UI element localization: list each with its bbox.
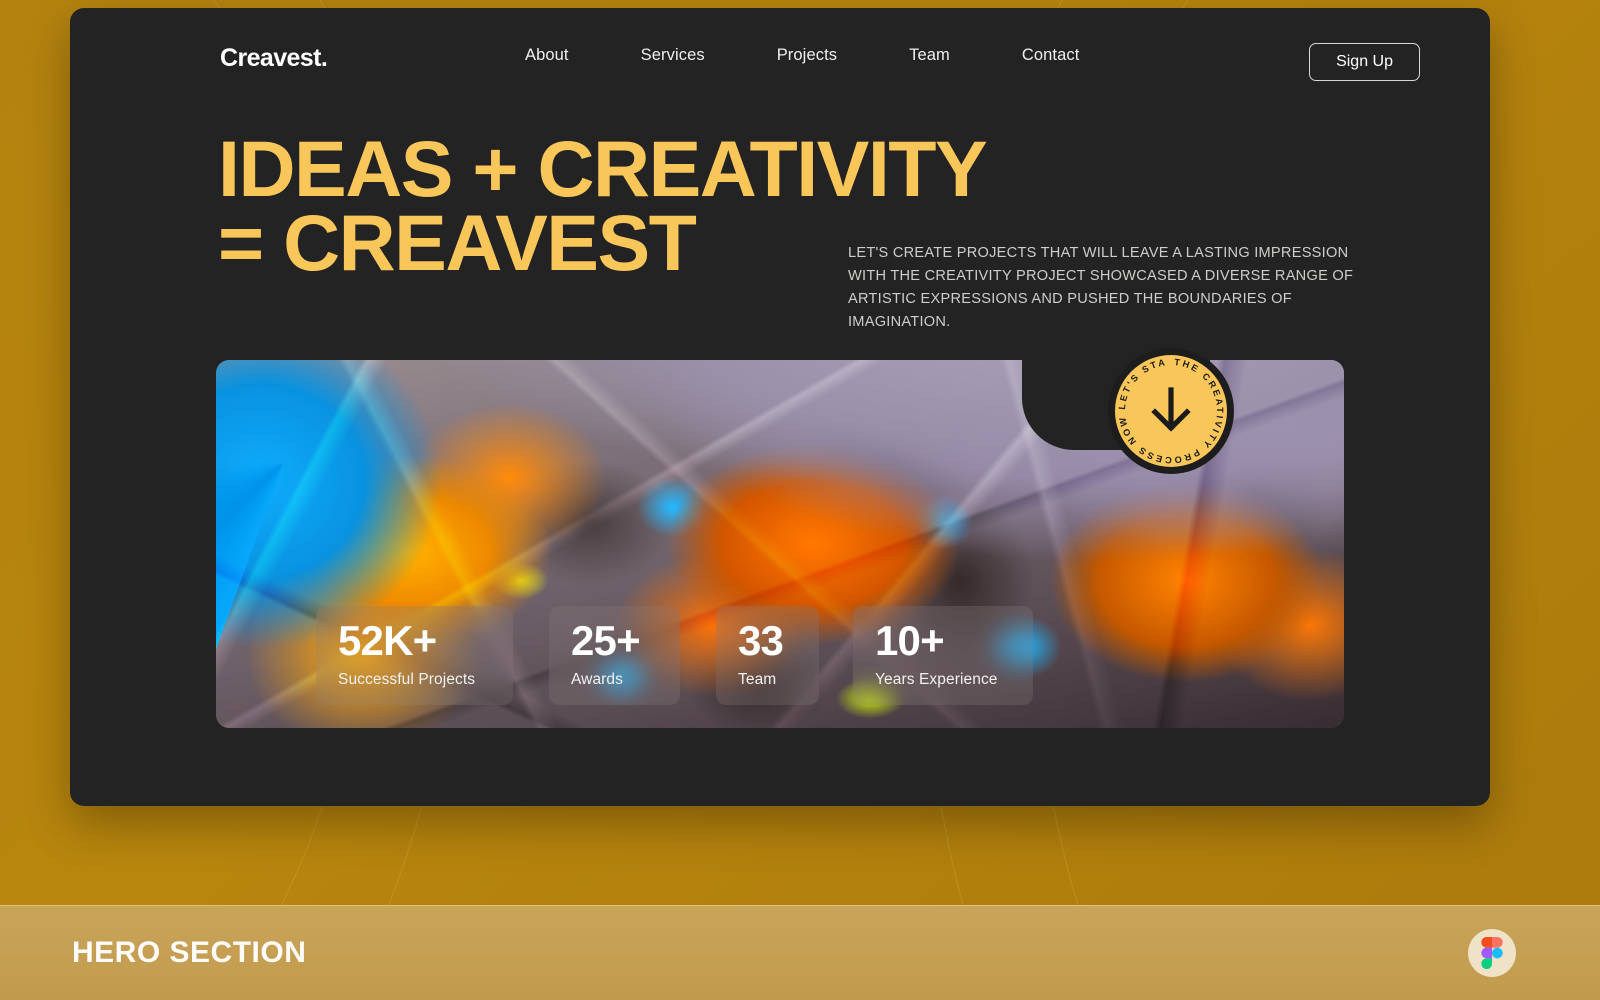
stat-card: 33 Team — [716, 606, 819, 705]
nav-item-projects[interactable]: Projects — [777, 46, 837, 65]
stat-label: Successful Projects — [338, 671, 476, 688]
arrow-down-icon — [1151, 387, 1191, 432]
stat-card: 10+ Years Experience — [853, 606, 1033, 705]
stat-value: 33 — [738, 617, 784, 664]
stat-label: Years Experience — [875, 671, 998, 688]
brand-logo[interactable]: Creavest. — [220, 44, 328, 73]
nav-item-team[interactable]: Team — [909, 46, 950, 65]
hero-section-card: Creavest. About Services Projects Team C… — [70, 8, 1490, 806]
creativity-process-badge[interactable]: THE CREATIVITY PROCESS NOW LET'S START — [1108, 348, 1234, 474]
signup-button[interactable]: Sign Up — [1309, 43, 1420, 81]
stat-label: Team — [738, 671, 777, 688]
stat-value: 25+ — [571, 617, 641, 664]
hero-description: LET'S CREATE PROJECTS THAT WILL LEAVE A … — [848, 245, 1354, 331]
stat-card: 52K+ Successful Projects — [316, 606, 513, 705]
stat-value: 52K+ — [338, 617, 437, 664]
nav-item-about[interactable]: About — [525, 46, 569, 65]
navbar: Creavest. About Services Projects Team C… — [70, 8, 1490, 108]
stat-value: 10+ — [875, 617, 945, 664]
stat-card: 25+ Awards — [549, 606, 680, 705]
nav-item-contact[interactable]: Contact — [1022, 46, 1080, 65]
figma-icon[interactable] — [1468, 929, 1516, 977]
stat-label: Awards — [571, 671, 624, 688]
caption-bar: HERO SECTION — [0, 905, 1600, 1000]
section-title: HERO SECTION — [72, 936, 307, 969]
nav-links: About Services Projects Team Contact — [525, 46, 1079, 65]
nav-item-services[interactable]: Services — [641, 46, 705, 65]
stats-row: 52K+ Successful Projects 25+ Awards 33 T… — [316, 606, 1035, 705]
